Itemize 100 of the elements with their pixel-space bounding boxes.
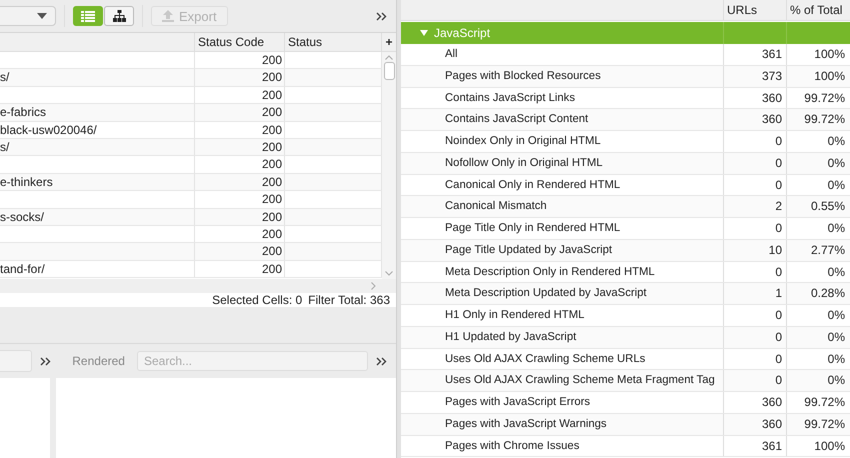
status-code-cell: 200 bbox=[262, 244, 282, 258]
url-count: 360 bbox=[762, 395, 782, 409]
percent-of-total: 0% bbox=[828, 264, 845, 278]
url-count: 0 bbox=[775, 330, 782, 344]
column-header[interactable]: Status bbox=[285, 33, 382, 51]
column-header[interactable]: % of Total bbox=[786, 0, 849, 20]
percent-of-total: 100% bbox=[814, 68, 845, 83]
url-count: 0 bbox=[775, 156, 782, 170]
url-cell: black-usw020046/ bbox=[0, 122, 97, 137]
url-cell: e-thinkers bbox=[0, 174, 53, 189]
filter-label[interactable]: Meta Description Updated by JavaScript bbox=[445, 287, 647, 300]
url-cell: s/ bbox=[0, 70, 10, 84]
url-count: 0 bbox=[775, 178, 782, 192]
upload-icon bbox=[162, 10, 174, 22]
percent-of-total: 99.72% bbox=[804, 90, 845, 104]
caret-icon bbox=[37, 13, 47, 19]
filter-label[interactable]: Contains JavaScript Links bbox=[445, 92, 575, 104]
status-code-cell: 200 bbox=[262, 122, 282, 137]
percent-of-total: 99.72% bbox=[804, 416, 845, 431]
scroll-down-icon[interactable] bbox=[385, 271, 393, 276]
percent-of-total: 0% bbox=[828, 156, 845, 170]
percent-of-total: 99.72% bbox=[804, 395, 845, 409]
status-code-cell: 200 bbox=[262, 70, 282, 84]
url-count: 360 bbox=[762, 416, 782, 431]
url-count: 361 bbox=[762, 47, 782, 61]
filter-label[interactable]: Noindex Only in Original HTML bbox=[445, 135, 601, 147]
overflow-icon[interactable] bbox=[376, 12, 387, 20]
overflow-icon[interactable] bbox=[376, 356, 387, 366]
filter-label[interactable]: Nofollow Only in Original HTML bbox=[445, 156, 603, 169]
percent-of-total: 0% bbox=[828, 221, 845, 235]
percent-of-total: 0.28% bbox=[810, 286, 845, 300]
list-icon bbox=[81, 10, 95, 22]
filter-label[interactable]: H1 Only in Rendered HTML bbox=[445, 309, 584, 321]
status-code-cell: 200 bbox=[262, 140, 282, 154]
section-label: JavaScript bbox=[434, 26, 490, 40]
status-code-cell: 200 bbox=[262, 105, 282, 120]
filter-label[interactable]: H1 Updated by JavaScript bbox=[445, 330, 576, 343]
percent-of-total: 0% bbox=[828, 308, 845, 322]
percent-of-total: 2.77% bbox=[810, 242, 845, 257]
status-code-cell: 200 bbox=[262, 192, 282, 206]
percent-of-total: 0% bbox=[828, 373, 845, 388]
selected-cells-count: Selected Cells: 0 bbox=[212, 293, 302, 307]
url-cell: s-socks/ bbox=[0, 210, 44, 224]
percent-of-total: 0.55% bbox=[810, 199, 845, 214]
url-count: 0 bbox=[775, 134, 782, 148]
column-header[interactable]: URLs bbox=[723, 0, 786, 20]
search-field[interactable]: Search... bbox=[136, 351, 368, 371]
url-count: 0 bbox=[775, 264, 782, 278]
filter-label[interactable]: Pages with JavaScript Warnings bbox=[445, 418, 607, 430]
url-count: 2 bbox=[775, 199, 782, 214]
url-count: 0 bbox=[775, 308, 782, 322]
column-header[interactable]: Status Code bbox=[195, 33, 285, 51]
status-code-cell: 200 bbox=[262, 262, 282, 276]
filter-total-count: Filter Total: 363 bbox=[308, 293, 390, 307]
status-code-cell: 200 bbox=[262, 210, 282, 224]
url-count: 0 bbox=[775, 373, 782, 388]
url-cell: e-fabrics bbox=[0, 105, 46, 120]
tree-view-button[interactable] bbox=[104, 6, 134, 26]
percent-of-total: 0% bbox=[828, 134, 845, 148]
percent-of-total: 99.72% bbox=[804, 112, 845, 126]
filter-label[interactable]: Uses Old AJAX Crawling Scheme URLs bbox=[445, 352, 646, 364]
percent-of-total: 0% bbox=[828, 178, 845, 192]
expand-triangle-icon[interactable] bbox=[420, 30, 428, 36]
url-count: 360 bbox=[762, 112, 782, 126]
status-code-cell: 200 bbox=[262, 157, 282, 172]
url-count: 373 bbox=[762, 68, 782, 83]
filter-label[interactable]: Page Title Updated by JavaScript bbox=[445, 244, 612, 256]
url-cell: tand-for/ bbox=[0, 262, 45, 276]
filter-label[interactable]: Contains JavaScript Content bbox=[445, 113, 588, 126]
percent-of-total: 100% bbox=[814, 438, 845, 452]
filter-dropdown[interactable] bbox=[0, 6, 56, 26]
scroll-up-icon[interactable] bbox=[385, 55, 393, 60]
percent-of-total: 100% bbox=[814, 47, 845, 61]
scrollbar-thumb[interactable] bbox=[384, 62, 394, 80]
percent-of-total: 0% bbox=[828, 352, 845, 366]
add-column-button[interactable]: + bbox=[382, 33, 396, 51]
filter-label[interactable]: Pages with Blocked Resources bbox=[445, 70, 601, 82]
view-label: Rendered bbox=[72, 354, 125, 368]
hierarchy-icon bbox=[112, 10, 126, 22]
filter-label[interactable]: Pages with JavaScript Errors bbox=[445, 396, 590, 408]
filter-label[interactable]: All bbox=[445, 48, 458, 60]
status-code-cell: 200 bbox=[262, 226, 282, 241]
overflow-icon[interactable] bbox=[40, 356, 52, 366]
filter-label[interactable]: Canonical Only in Rendered HTML bbox=[445, 178, 620, 190]
url-count: 10 bbox=[768, 242, 782, 257]
url-count: 0 bbox=[775, 221, 782, 235]
status-code-cell: 200 bbox=[262, 53, 282, 67]
status-code-cell: 200 bbox=[262, 88, 282, 102]
scroll-right-icon[interactable] bbox=[371, 282, 376, 290]
filter-label[interactable]: Pages with Chrome Issues bbox=[445, 440, 580, 452]
percent-of-total: 0% bbox=[828, 330, 845, 344]
url-count: 1 bbox=[775, 286, 782, 300]
filter-label[interactable]: Canonical Mismatch bbox=[445, 200, 547, 212]
status-code-cell: 200 bbox=[262, 174, 282, 189]
filter-label[interactable]: Page Title Only in Rendered HTML bbox=[445, 222, 620, 234]
url-count: 361 bbox=[762, 438, 782, 452]
filter-label[interactable]: Meta Description Only in Rendered HTML bbox=[445, 266, 655, 278]
url-count: 360 bbox=[762, 90, 782, 104]
filter-label[interactable]: Uses Old AJAX Crawling Scheme Meta Fragment Tag bbox=[445, 374, 715, 386]
url-cell: s/ bbox=[0, 140, 10, 154]
